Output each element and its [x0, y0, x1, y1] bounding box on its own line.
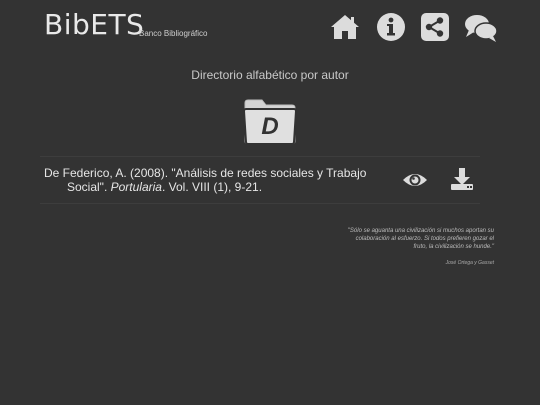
- page-subtitle: Directorio alfabético por autor: [191, 68, 349, 82]
- logo-subtitle: Banco Bibliográfico: [139, 29, 208, 38]
- download-icon: [451, 168, 473, 190]
- divider-top: [40, 156, 480, 157]
- info-button[interactable]: [375, 11, 407, 43]
- divider-bottom: [40, 203, 480, 204]
- view-button[interactable]: [402, 170, 428, 190]
- letter-folder: D: [242, 97, 298, 147]
- quote-author: José Ortega y Gasset: [445, 260, 494, 266]
- logo[interactable]: BibETS: [44, 8, 144, 41]
- eye-icon: [403, 174, 427, 186]
- folder-letter: D: [261, 113, 279, 140]
- comments-button[interactable]: [463, 12, 499, 44]
- entry-journal: Portularia: [110, 180, 162, 194]
- download-button[interactable]: [450, 167, 474, 191]
- share-icon: [421, 13, 449, 41]
- home-icon: [331, 15, 359, 39]
- entry-text-line1: De Federico, A. (2008). "Análisis de red…: [44, 166, 367, 180]
- comments-icon: [465, 15, 498, 42]
- bibliography-entry: De Federico, A. (2008). "Análisis de red…: [44, 166, 374, 194]
- share-button[interactable]: [419, 11, 451, 43]
- entry-text-end: . Vol. VIII (1), 9-21.: [161, 180, 263, 194]
- home-button[interactable]: [329, 11, 361, 43]
- header: BibETS Banco Bibliográfico: [0, 0, 540, 55]
- entry-text-line2: Social".: [67, 180, 111, 194]
- info-icon: [377, 13, 405, 41]
- quote-text: "Sólo se aguanta una civilización si muc…: [347, 228, 494, 250]
